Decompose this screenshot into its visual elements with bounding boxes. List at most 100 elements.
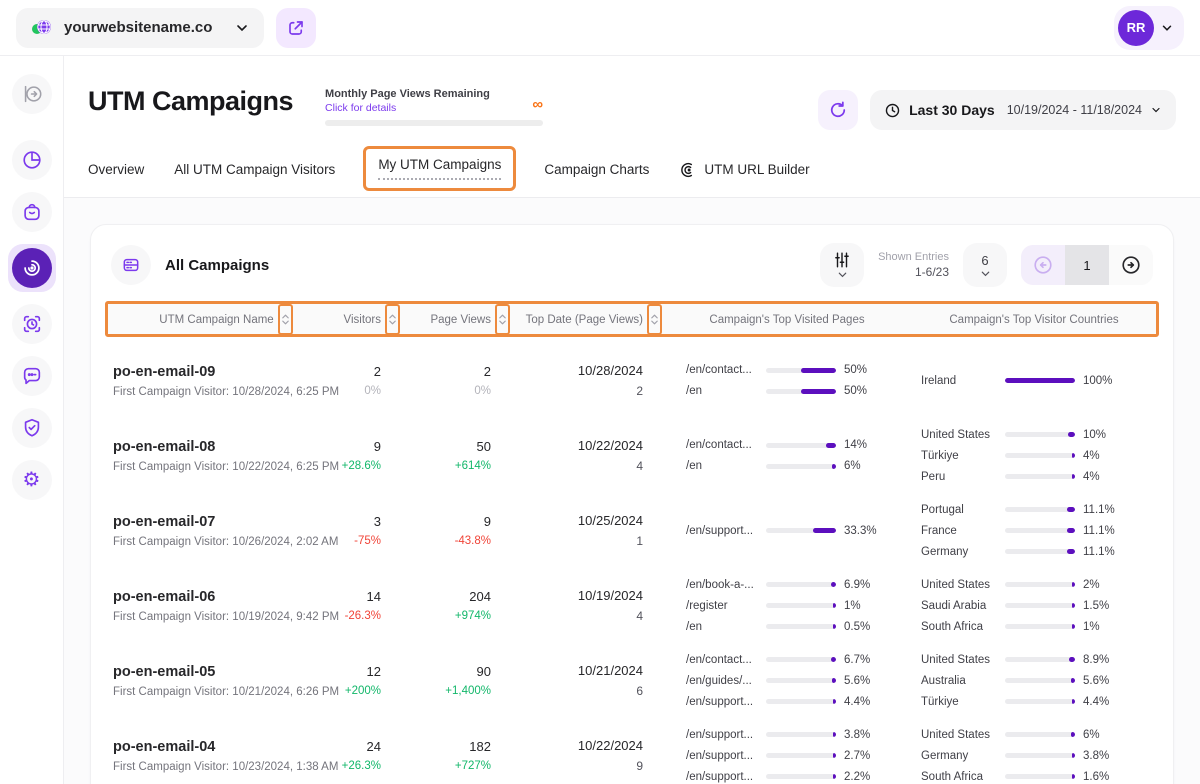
stat-label: /en/support... (686, 750, 758, 762)
visitors-cell: 12 +200% (341, 664, 397, 697)
stat-bar-row: Australia 5.6% (921, 675, 1159, 687)
open-site-button[interactable] (276, 8, 316, 48)
per-page-select[interactable]: 6 (963, 243, 1007, 287)
progress-bar-fill (826, 443, 836, 448)
stat-bar-row: /en/contact... 50% (686, 364, 909, 376)
top-date-value: 10/25/2024 (507, 513, 643, 528)
sort-icon[interactable] (647, 304, 662, 335)
stat-bar-row: /en/guides/... 5.6% (686, 675, 909, 687)
radar-campaign-icon (21, 257, 43, 279)
sidebar-item-security[interactable] (12, 408, 52, 448)
previous-page-button[interactable] (1021, 245, 1065, 285)
progress-bar (766, 528, 836, 533)
table-row[interactable]: po-en-email-05 First Campaign Visitor: 1… (105, 643, 1159, 718)
stat-percentage: 3.8% (1083, 750, 1127, 762)
top-pages-cell: /en/support... 33.3% (659, 525, 909, 537)
stat-percentage: 6% (844, 460, 888, 472)
tab-overview[interactable]: Overview (88, 150, 144, 193)
visitors-value: 24 (341, 739, 381, 754)
visitors-cell: 24 +26.3% (341, 739, 397, 772)
progress-bar-fill (1068, 432, 1075, 437)
page-views-cell: 90 +1,400% (397, 664, 507, 697)
sort-icon[interactable] (495, 304, 510, 335)
table-row[interactable]: po-en-email-07 First Campaign Visitor: 1… (105, 493, 1159, 568)
table-row[interactable]: po-en-email-04 First Campaign Visitor: 1… (105, 718, 1159, 784)
progress-bar-fill (833, 774, 836, 779)
stat-bar-row: United States 8.9% (921, 654, 1159, 666)
sidebar-collapse-button[interactable] (12, 74, 52, 114)
stat-bar-row: Türkiye 4% (921, 450, 1159, 462)
stat-bar-row: Saudi Arabia 1.5% (921, 600, 1159, 612)
sidebar-item-dashboard[interactable] (12, 140, 52, 180)
visitors-change: +28.6% (341, 460, 381, 472)
progress-bar-fill (833, 624, 836, 629)
progress-bar-fill (1072, 474, 1075, 479)
progress-bar-fill (1071, 732, 1075, 737)
site-selector[interactable]: yourwebsitename.co (16, 8, 264, 48)
refresh-button[interactable] (818, 90, 858, 130)
top-countries-cell: United States 6% Germany 3.8% South Afri… (909, 729, 1159, 783)
sidebar-item-utm-campaigns[interactable] (8, 244, 56, 292)
progress-bar (766, 368, 836, 373)
sidebar-item-sessions[interactable] (12, 304, 52, 344)
stat-label: Germany (921, 546, 997, 558)
progress-bar-fill (833, 699, 836, 704)
stat-bar-row: Peru 4% (921, 471, 1159, 483)
stat-bar-row: /en 6% (686, 460, 909, 472)
stat-bar-row: United States 10% (921, 429, 1159, 441)
table-body: po-en-email-09 First Campaign Visitor: 1… (91, 337, 1173, 784)
top-date-cell: 10/19/2024 4 (507, 588, 659, 623)
sidebar-item-chat[interactable] (12, 356, 52, 396)
sidebar-item-settings[interactable]: ⚙ (12, 460, 52, 500)
stat-label: /en/support... (686, 771, 758, 783)
sort-icon[interactable] (278, 304, 293, 335)
stat-label: France (921, 525, 997, 537)
tab-utm-url-builder[interactable]: UTM URL Builder (679, 149, 809, 195)
stat-bar-row: /en/support... 2.7% (686, 750, 909, 762)
progress-bar (766, 443, 836, 448)
progress-bar (766, 657, 836, 662)
infinity-icon: ∞ (532, 96, 543, 113)
progress-bar-fill (813, 528, 836, 533)
column-header-visitors[interactable]: Visitors (344, 304, 400, 335)
quota-details-link[interactable]: Click for details (325, 102, 532, 114)
table-row[interactable]: po-en-email-09 First Campaign Visitor: 1… (105, 343, 1159, 418)
campaign-name: po-en-email-06 (113, 589, 341, 605)
top-date-views: 6 (507, 684, 643, 698)
tab-campaign-charts[interactable]: Campaign Charts (544, 150, 649, 193)
stat-label: Germany (921, 750, 997, 762)
filter-columns-button[interactable] (820, 243, 864, 287)
progress-bar-fill (1072, 453, 1075, 458)
progress-bar-fill (1071, 678, 1075, 683)
column-header-page-views[interactable]: Page Views (400, 304, 510, 335)
progress-bar-fill (833, 603, 836, 608)
tab-all-utm-campaign-visitors[interactable]: All UTM Campaign Visitors (174, 150, 335, 193)
top-date-views: 4 (507, 459, 643, 473)
user-menu[interactable]: RR (1114, 6, 1184, 50)
table-row[interactable]: po-en-email-06 First Campaign Visitor: 1… (105, 568, 1159, 643)
first-campaign-visitor: First Campaign Visitor: 10/28/2024, 6:25… (113, 386, 341, 398)
collapse-arrow-icon (21, 83, 43, 105)
date-range-picker[interactable]: Last 30 Days 10/19/2024 - 11/18/2024 (870, 90, 1176, 130)
stat-percentage: 11.1% (1083, 504, 1127, 516)
stat-percentage: 100% (1083, 375, 1127, 387)
top-countries-cell: Portugal 11.1% France 11.1% Germany 11.1… (909, 504, 1159, 558)
sidebar-item-store[interactable] (12, 192, 52, 232)
sort-icon[interactable] (385, 304, 400, 335)
progress-bar (1005, 432, 1075, 437)
tab-my-utm-campaigns[interactable]: My UTM Campaigns (378, 157, 501, 180)
table-row[interactable]: po-en-email-08 First Campaign Visitor: 1… (105, 418, 1159, 493)
top-date-views: 1 (507, 534, 643, 548)
next-page-button[interactable] (1109, 245, 1153, 285)
column-header-utm-campaign-name[interactable]: UTM Campaign Name (108, 304, 344, 335)
visitors-cell: 9 +28.6% (341, 439, 397, 472)
visitors-value: 3 (341, 514, 381, 529)
page-views-value: 204 (397, 589, 491, 604)
visitors-cell: 14 -26.3% (341, 589, 397, 622)
page-views-change: 0% (397, 385, 491, 397)
column-header-top-date[interactable]: Top Date (Page Views) (510, 304, 662, 335)
progress-bar-fill (1072, 699, 1075, 704)
chevron-down-icon (1160, 21, 1174, 35)
current-page-number[interactable]: 1 (1065, 245, 1109, 285)
first-campaign-visitor: First Campaign Visitor: 10/19/2024, 9:42… (113, 611, 341, 623)
